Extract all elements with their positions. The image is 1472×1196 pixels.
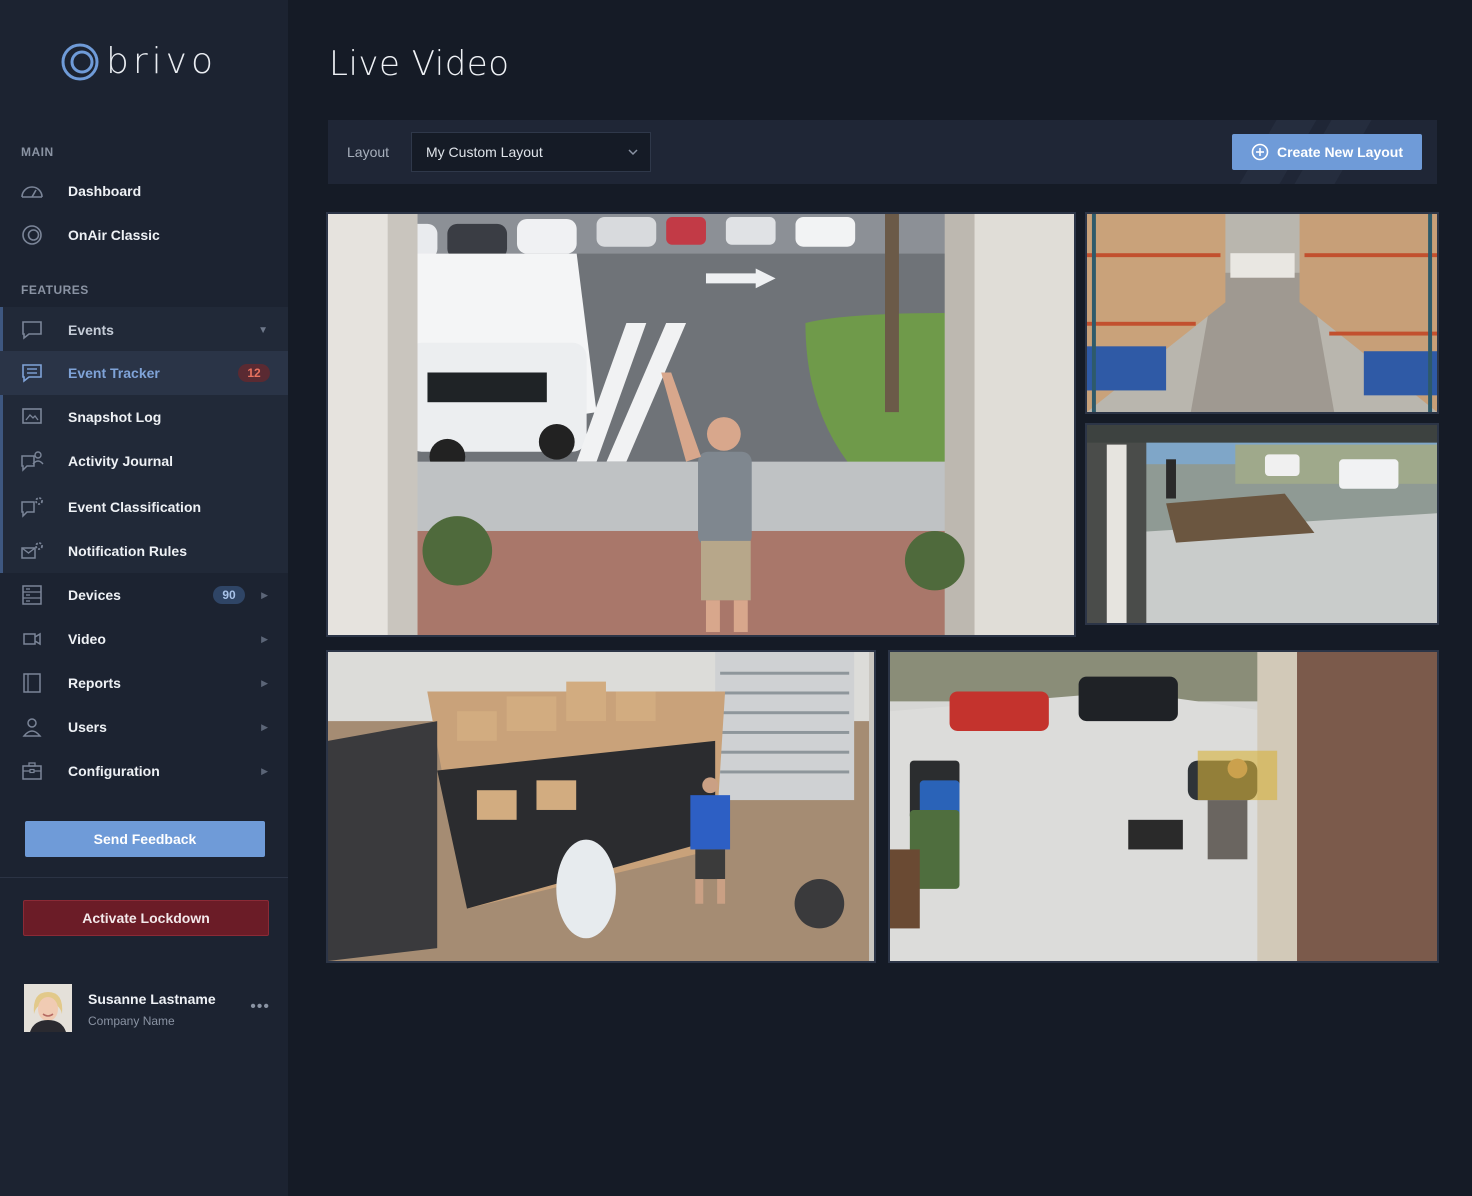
journal-icon (20, 449, 44, 473)
chat-icon (20, 318, 44, 342)
sidebar-item-label: Dashboard (68, 183, 142, 199)
sidebar-item-video[interactable]: Video ▶ (0, 617, 288, 661)
driveway-feed-image (890, 652, 1437, 961)
sidebar-item-events[interactable]: Events ▼ (0, 308, 288, 352)
caret-down-icon: ▼ (258, 324, 268, 336)
sidebar-item-event-classification[interactable]: Event Classification (0, 485, 288, 529)
stockroom-camera[interactable] (326, 650, 876, 963)
page-title: Live Video (329, 44, 510, 84)
user-company: Company Name (88, 1014, 175, 1028)
sidebar-item-label: Video (68, 631, 106, 647)
sidebar-item-label: Event Tracker (68, 365, 160, 381)
front-porch-camera[interactable] (1085, 423, 1439, 625)
sidebar-item-event-tracker[interactable]: Event Tracker 12 (0, 351, 288, 395)
main-section-label: MAIN (21, 145, 54, 159)
snapshot-icon (20, 405, 44, 429)
sidebar-item-label: Snapshot Log (68, 409, 162, 425)
user-icon (20, 715, 44, 739)
chevron-down-icon (628, 149, 638, 156)
device-count-badge: 90 (213, 586, 245, 604)
tracker-icon (20, 361, 44, 385)
sidebar-item-dashboard[interactable]: Dashboard (0, 169, 288, 213)
avatar (24, 984, 72, 1032)
sidebar-item-snapshot-log[interactable]: Snapshot Log (0, 395, 288, 439)
sidebar-item-configuration[interactable]: Configuration ▶ (0, 749, 288, 793)
sidebar-item-reports[interactable]: Reports ▶ (0, 661, 288, 705)
brand-name: brivo (106, 41, 217, 82)
brivo-logo[interactable]: brivo (60, 42, 217, 82)
chevron-right-icon: ▶ (261, 589, 268, 600)
chevron-right-icon: ▶ (261, 677, 268, 688)
sidebar-item-notification-rules[interactable]: Notification Rules (0, 529, 288, 573)
layout-toolbar: Layout My Custom Layout Create New Layou… (328, 120, 1437, 184)
sidebar-item-label: Event Classification (68, 499, 202, 515)
chevron-right-icon: ▶ (261, 765, 268, 776)
gauge-icon (20, 179, 44, 203)
sidebar-item-label: Activity Journal (68, 453, 174, 469)
onair-icon (20, 223, 44, 247)
sidebar-item-label: Events (68, 322, 114, 338)
devices-icon (20, 583, 44, 607)
activate-lockdown-button[interactable]: Activate Lockdown (23, 900, 269, 936)
sidebar-item-label: Notification Rules (68, 543, 188, 559)
sidebar-item-devices[interactable]: Devices 90 ▶ (0, 573, 288, 617)
more-options-icon[interactable]: ••• (250, 998, 270, 1016)
parking-lot-camera[interactable] (326, 212, 1076, 637)
create-button-label: Create New Layout (1276, 144, 1404, 160)
driveway-camera[interactable] (888, 650, 1439, 963)
sidebar-item-label: Devices (68, 587, 121, 603)
sidebar-item-label: OnAir Classic (68, 227, 160, 243)
sidebar-item-onair-classic[interactable]: OnAir Classic (0, 213, 288, 257)
stockroom-feed-image (328, 652, 874, 961)
warehouse-aisle-feed-image (1087, 214, 1437, 412)
notification-icon (20, 539, 44, 563)
brivo-logo-icon (61, 43, 99, 81)
reports-icon (20, 671, 44, 695)
sidebar-item-label: Users (68, 719, 107, 735)
chevron-right-icon: ▶ (261, 633, 268, 644)
classification-icon (20, 495, 44, 519)
send-feedback-button[interactable]: Send Feedback (25, 821, 265, 857)
user-name: Susanne Lastname (88, 991, 216, 1007)
sidebar-item-label: Reports (68, 675, 121, 691)
layout-select-value: My Custom Layout (426, 144, 543, 160)
toolbox-icon (20, 759, 44, 783)
event-count-badge: 12 (238, 364, 270, 382)
front-porch-feed-image (1087, 425, 1437, 623)
layout-label: Layout (347, 144, 390, 160)
chevron-right-icon: ▶ (261, 721, 268, 732)
layout-select[interactable]: My Custom Layout (411, 132, 651, 172)
parking-lot-feed-image (328, 214, 1074, 635)
sidebar-item-label: Configuration (68, 763, 160, 779)
sidebar: brivo MAIN Dashboard OnAir Classic FEATU… (0, 0, 288, 1196)
plus-circle-icon (1251, 143, 1269, 161)
sidebar-divider (0, 877, 288, 878)
warehouse-aisle-camera[interactable] (1085, 212, 1439, 414)
features-section-label: FEATURES (21, 283, 89, 297)
sidebar-item-users[interactable]: Users ▶ (0, 705, 288, 749)
user-profile[interactable]: Susanne Lastname Company Name ••• (24, 984, 274, 1032)
video-icon (20, 627, 44, 651)
create-new-layout-button[interactable]: Create New Layout (1232, 134, 1422, 170)
sidebar-item-activity-journal[interactable]: Activity Journal (0, 439, 288, 483)
